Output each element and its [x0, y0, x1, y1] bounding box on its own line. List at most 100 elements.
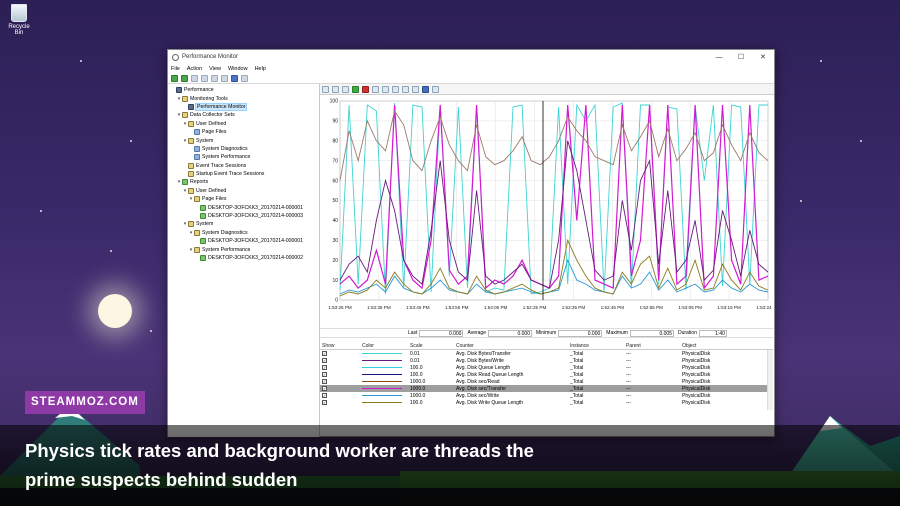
- tree-node[interactable]: DESKTOP-3OFCKK3_20170214-000001: [170, 237, 319, 245]
- header-object[interactable]: Object: [682, 343, 773, 349]
- tree-node[interactable]: ▾ System Diagnostics: [170, 229, 319, 237]
- tree-node[interactable]: DESKTOP-3OFCKK3_20170214-000001: [170, 203, 319, 211]
- tree-node[interactable]: ▾ System: [170, 136, 319, 144]
- tree-node-label: Reports: [190, 179, 209, 186]
- update-data-icon[interactable]: [432, 85, 439, 93]
- tree-node[interactable]: Page Files: [170, 128, 319, 136]
- export-icon[interactable]: [221, 74, 228, 82]
- delete-counter-icon[interactable]: [362, 85, 369, 93]
- show-checkbox[interactable]: ✓: [322, 364, 327, 370]
- tree-node[interactable]: Event Trace Sessions: [170, 162, 319, 170]
- recycle-bin-desktop-icon[interactable]: Recycle Bin: [4, 4, 34, 36]
- instance-cell: _Total: [570, 350, 584, 357]
- properties-icon[interactable]: [402, 85, 409, 93]
- add-counter-icon[interactable]: [352, 85, 359, 93]
- monitor-icon: [188, 103, 194, 110]
- show-checkbox[interactable]: ✓: [322, 350, 327, 356]
- table-row[interactable]: ✓ 1000.0 Avg. Disk sec/Write _Total --- Physi…: [320, 392, 773, 399]
- tree-node[interactable]: ▾ System: [170, 220, 319, 228]
- show-checkbox[interactable]: ✓: [322, 399, 327, 405]
- x-tick-label: 1:53:35 PM: [367, 305, 391, 310]
- scale-cell: 1000.0: [410, 392, 426, 399]
- folder-icon[interactable]: [191, 74, 198, 82]
- tree-node[interactable]: ▾ Monitoring Tools: [170, 94, 319, 102]
- scale-cell: 1000.0: [410, 378, 426, 385]
- tree-node[interactable]: ▾ Page Files: [170, 195, 319, 203]
- menu-help[interactable]: Help: [255, 66, 266, 72]
- header-instance[interactable]: Instance: [570, 343, 626, 349]
- table-row[interactable]: ✓ 1000.0 Avg. Disk sec/Transfer _Total --- Ph…: [320, 385, 773, 392]
- show-checkbox[interactable]: ✓: [322, 378, 327, 384]
- title-bar[interactable]: Performance Monitor — ☐ ✕: [168, 50, 774, 64]
- table-row[interactable]: ✓ 0.01 Avg. Disk Bytes/Write _Total --- Physi…: [320, 357, 773, 364]
- table-row[interactable]: ✓ 100.0 Avg. Disk Write Queue Length _Total…: [320, 399, 773, 406]
- menu-window[interactable]: Window: [228, 66, 248, 72]
- copy-properties-icon[interactable]: [382, 85, 389, 93]
- average-value: 0.000: [488, 329, 532, 337]
- back-arrow-icon[interactable]: [171, 74, 178, 82]
- table-row[interactable]: ✓ 1000.0 Avg. Disk sec/Read _Total --- Physic…: [320, 378, 773, 385]
- view-current-activity-icon[interactable]: [322, 85, 329, 93]
- y-tick-label: 10: [332, 278, 338, 284]
- parent-cell: ---: [626, 399, 631, 406]
- highlight-icon[interactable]: [372, 85, 379, 93]
- console-tree-icon[interactable]: [201, 74, 208, 82]
- color-swatch: [362, 401, 402, 404]
- tree-node[interactable]: System Performance: [170, 153, 319, 161]
- menu-view[interactable]: View: [209, 66, 221, 72]
- tree-node[interactable]: Startup Event Trace Sessions: [170, 170, 319, 178]
- help-icon[interactable]: [231, 74, 238, 82]
- tree-node[interactable]: ▾ Data Collector Sets: [170, 111, 319, 119]
- counter-table-scrollbar[interactable]: [767, 350, 773, 410]
- show-checkbox[interactable]: ✓: [322, 385, 327, 391]
- header-color[interactable]: Color: [362, 343, 410, 349]
- show-checkbox[interactable]: ✓: [322, 392, 327, 398]
- counter-cell: Avg. Disk sec/Write: [456, 392, 500, 399]
- folder-icon: [182, 112, 188, 119]
- tree-node[interactable]: ▾ System Performance: [170, 245, 319, 253]
- paste-counter-list-icon[interactable]: [392, 85, 399, 93]
- y-tick-label: 40: [332, 218, 338, 224]
- color-swatch: [362, 394, 402, 397]
- tree-node[interactable]: ▾ User Defined: [170, 187, 319, 195]
- y-tick-label: 0: [335, 298, 338, 304]
- tree-node[interactable]: ▾ Reports: [170, 178, 319, 186]
- report-icon: [200, 204, 206, 211]
- tree-node-label: DESKTOP-3OFCKK3_20170214-000003: [208, 213, 304, 220]
- table-row[interactable]: ✓ 0.01 Avg. Disk Bytes/Transfer _Total --- Ph…: [320, 350, 773, 357]
- show-checkbox[interactable]: ✓: [322, 357, 327, 363]
- header-parent[interactable]: Parent: [626, 343, 682, 349]
- table-row[interactable]: ✓ 100.0 Avg. Disk Read Queue Length _Total -…: [320, 371, 773, 378]
- header-show[interactable]: Show: [320, 343, 362, 349]
- table-row[interactable]: ✓ 100.0 Avg. Disk Queue Length _Total --- Phy…: [320, 364, 773, 371]
- tree-node[interactable]: Performance Monitor: [170, 102, 319, 111]
- minimize-button[interactable]: —: [708, 50, 730, 64]
- menu-file[interactable]: File: [171, 66, 180, 72]
- tree-node[interactable]: System Diagnostics: [170, 145, 319, 153]
- header-scale[interactable]: Scale: [410, 343, 456, 349]
- last-label: Last: [408, 330, 418, 336]
- freeze-display-icon[interactable]: [422, 85, 429, 93]
- instance-cell: _Total: [570, 378, 584, 385]
- instance-cell: _Total: [570, 364, 584, 371]
- forward-arrow-icon[interactable]: [181, 74, 188, 82]
- view-log-data-icon[interactable]: [332, 85, 339, 93]
- change-graph-type-icon[interactable]: [342, 85, 349, 93]
- tree-node[interactable]: Performance: [170, 86, 319, 94]
- show-checkbox[interactable]: ✓: [322, 371, 327, 377]
- zoom-icon[interactable]: [412, 85, 419, 93]
- tree-node[interactable]: ▾ User Defined: [170, 120, 319, 128]
- report-icon: [182, 179, 188, 186]
- header-counter[interactable]: Counter: [456, 343, 570, 349]
- tree-node-label: Data Collector Sets: [190, 112, 235, 119]
- tree-node[interactable]: DESKTOP-3OFCKK3_20170214-000003: [170, 212, 319, 220]
- object-cell: PhysicalDisk: [682, 350, 711, 357]
- scale-cell: 100.0: [410, 371, 423, 378]
- action-pane-icon[interactable]: [241, 74, 248, 82]
- menu-action[interactable]: Action: [187, 66, 202, 72]
- close-button[interactable]: ✕: [752, 50, 774, 64]
- performance-line-chart[interactable]: 0 10 20 30 40 50 60 70 80 90 100 1:53:25 PM 1:53:35 …: [320, 96, 773, 326]
- maximize-button[interactable]: ☐: [730, 50, 752, 64]
- tree-node[interactable]: DESKTOP-3OFCKK3_20170214-000002: [170, 254, 319, 262]
- properties-icon[interactable]: [211, 74, 218, 82]
